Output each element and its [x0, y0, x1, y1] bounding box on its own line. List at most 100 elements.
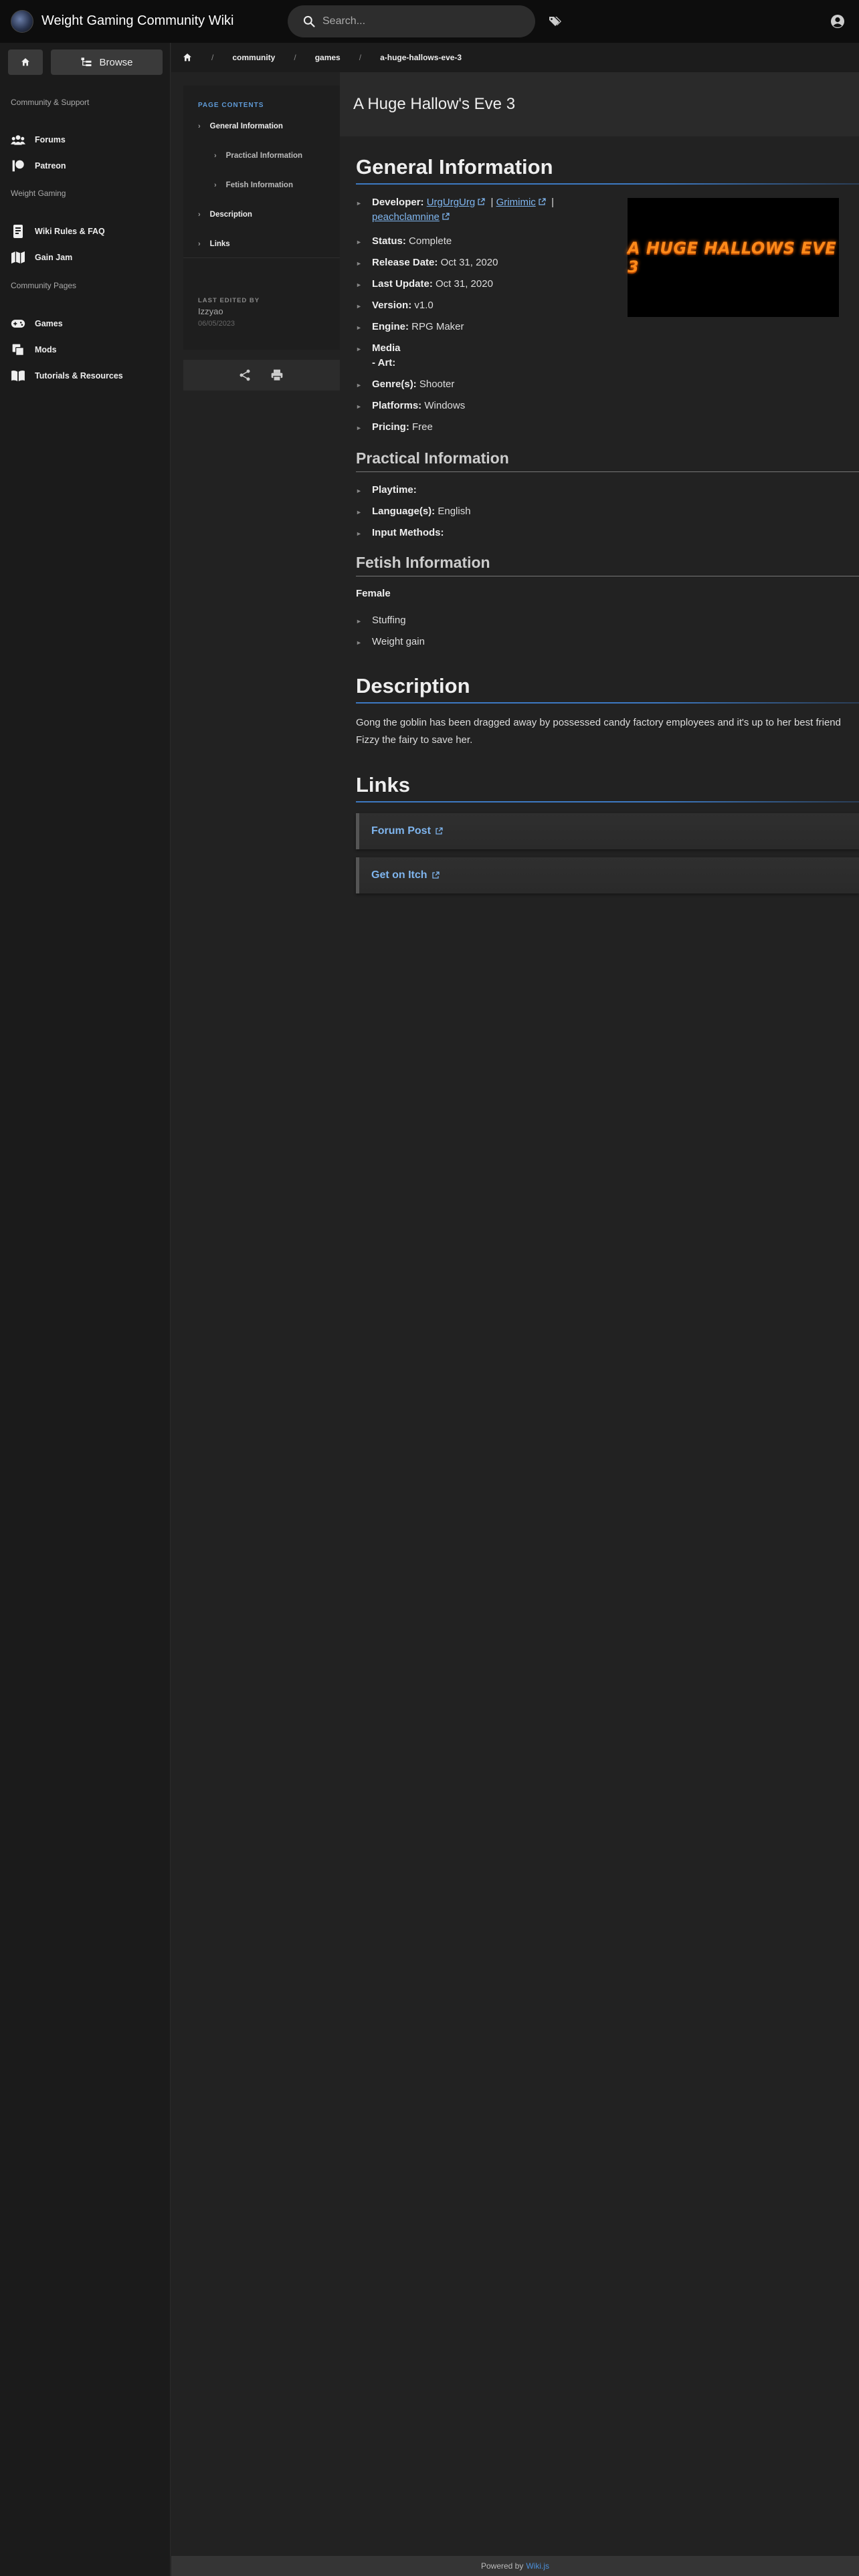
info-version: ► Version: v1.0 [356, 300, 434, 311]
page-header: A Huge Hallow's Eve 3 [340, 72, 859, 136]
last-edited-user[interactable]: Izzyao [198, 306, 223, 316]
toc-item-practical-information[interactable]: › Practical Information [214, 152, 302, 160]
heading-links: Links [356, 773, 410, 796]
info-playtime: ► Playtime: [356, 484, 417, 496]
patreon-icon [12, 160, 24, 172]
breadcrumb-community[interactable]: community [232, 53, 275, 62]
developer-link-urgurgurg[interactable]: UrgUrgUrg [427, 197, 476, 208]
breadcrumb: / community / games / a-huge-hallows-eve… [171, 43, 859, 72]
heading-fetish-information: Fetish Information [356, 554, 490, 571]
sidebar-item-label: Tutorials & Resources [35, 371, 123, 381]
home-icon[interactable] [182, 52, 193, 63]
document-icon [13, 225, 23, 238]
chevron-right-icon: › [198, 122, 201, 130]
search-icon [303, 15, 315, 27]
subheading-female: Female [356, 588, 391, 599]
users-icon [11, 135, 25, 145]
page-contents-panel: PAGE CONTENTS › General Information › Prac… [183, 86, 340, 350]
sidebar-item-patreon[interactable]: Patreon [11, 158, 66, 174]
sidebar-item-label: Wiki Rules & FAQ [35, 227, 105, 236]
heading-description: Description [356, 674, 470, 697]
info-release-date: ► Release Date: Oct 31, 2020 [356, 257, 498, 268]
description-text: Gong the goblin has been dragged away by… [356, 717, 841, 746]
home-icon [21, 58, 29, 66]
search-placeholder: Search... [322, 15, 366, 27]
sidebar-item-forums[interactable]: Forums [11, 132, 66, 148]
gamepad-icon [11, 320, 25, 328]
heading-underline [356, 471, 859, 472]
external-link-icon [478, 198, 485, 205]
sidebar-header-community-support: Community & Support [11, 98, 90, 107]
search-input[interactable]: Search... [288, 5, 535, 37]
map-icon [11, 251, 25, 264]
print-icon[interactable] [270, 368, 284, 382]
page-title: A Huge Hallow's Eve 3 [353, 95, 516, 113]
info-status: ► Status: Complete [356, 235, 452, 247]
heading-practical-information: Practical Information [356, 449, 509, 467]
sidebar-item-games[interactable]: Games [11, 316, 63, 332]
book-icon [11, 370, 25, 382]
last-edited-label: LAST EDITED BY [198, 297, 260, 304]
heading-underline [356, 801, 859, 802]
list-item: ► Stuffing [356, 615, 406, 626]
heading-underline [356, 183, 859, 185]
footer-wikijs-link[interactable]: Wiki.js [526, 2561, 549, 2571]
toc-title: PAGE CONTENTS [198, 102, 264, 109]
info-media: ► Media - Art: [356, 342, 401, 368]
divider [183, 257, 340, 258]
info-pricing: ► Pricing: Free [356, 421, 433, 433]
sidebar-header-weight-gaming: Weight Gaming [11, 189, 66, 198]
info-developer: ► Developer: UrgUrgUrg | Grimimic | peac… [356, 197, 555, 223]
game-cover-image: A HUGE HALLOWS EVE 3 [628, 198, 839, 317]
site-logo[interactable] [11, 10, 33, 33]
account-icon[interactable] [830, 13, 846, 29]
sitemap-icon [81, 58, 92, 66]
top-bar: Weight Gaming Community Wiki Search... [0, 0, 859, 43]
heading-general-information: General Information [356, 155, 553, 179]
breadcrumb-games[interactable]: games [315, 53, 341, 62]
home-button[interactable] [8, 49, 43, 75]
browse-label: Browse [99, 56, 133, 68]
last-edited-date: 06/05/2023 [198, 320, 235, 328]
list-item: ► Weight gain [356, 636, 425, 647]
browse-button[interactable]: Browse [51, 49, 163, 75]
link-get-on-itch[interactable]: Get on Itch [356, 857, 859, 893]
chevron-right-icon: › [198, 240, 201, 248]
link-forum-post[interactable]: Forum Post [356, 813, 859, 849]
sidebar-item-mods[interactable]: Mods [11, 342, 57, 358]
sidebar-item-gain-jam[interactable]: Gain Jam [11, 249, 72, 265]
info-genres: ► Genre(s): Shooter [356, 379, 455, 390]
cover-title-text: A HUGE HALLOWS EVE 3 [628, 239, 837, 276]
toc-item-description[interactable]: › Description [198, 211, 252, 219]
developer-link-peachclamnine[interactable]: peachclamnine [372, 211, 440, 223]
external-link-icon [442, 213, 450, 220]
info-input-methods: ► Input Methods: [356, 527, 444, 538]
breadcrumb-current-page[interactable]: a-huge-hallows-eve-3 [380, 53, 462, 62]
footer-prefix: Powered by [480, 2561, 524, 2571]
sidebar-item-label: Mods [35, 345, 57, 354]
footer: Powered by Wiki.js [171, 2556, 859, 2576]
info-last-update: ► Last Update: Oct 31, 2020 [356, 278, 493, 290]
sidebar-item-tutorials-resources[interactable]: Tutorials & Resources [11, 368, 123, 384]
share-icon[interactable] [238, 368, 252, 382]
info-engine: ► Engine: RPG Maker [356, 321, 464, 332]
sidebar-header-community-pages: Community Pages [11, 281, 77, 290]
developer-link-grimimic[interactable]: Grimimic [496, 197, 536, 208]
chevron-right-icon: › [198, 211, 201, 219]
info-languages: ► Language(s): English [356, 506, 471, 517]
chevron-right-icon: › [214, 152, 217, 160]
sidebar-item-label: Forums [35, 135, 66, 144]
sidebar-item-wiki-rules-faq[interactable]: Wiki Rules & FAQ [11, 223, 105, 239]
toc-item-fetish-information[interactable]: › Fetish Information [214, 181, 293, 189]
sidebar: Browse Community & Support Forums Patreo… [0, 43, 171, 2576]
sidebar-item-label: Games [35, 319, 63, 328]
external-link-icon [432, 871, 440, 879]
tags-icon[interactable] [547, 13, 563, 29]
mods-icon [12, 344, 24, 356]
toc-item-general-information[interactable]: › General Information [198, 122, 283, 130]
toc-item-links[interactable]: › Links [198, 240, 230, 248]
site-title[interactable]: Weight Gaming Community Wiki [41, 13, 233, 29]
external-link-icon [436, 827, 443, 835]
sidebar-item-label: Gain Jam [35, 253, 73, 262]
info-platforms: ► Platforms: Windows [356, 400, 466, 411]
